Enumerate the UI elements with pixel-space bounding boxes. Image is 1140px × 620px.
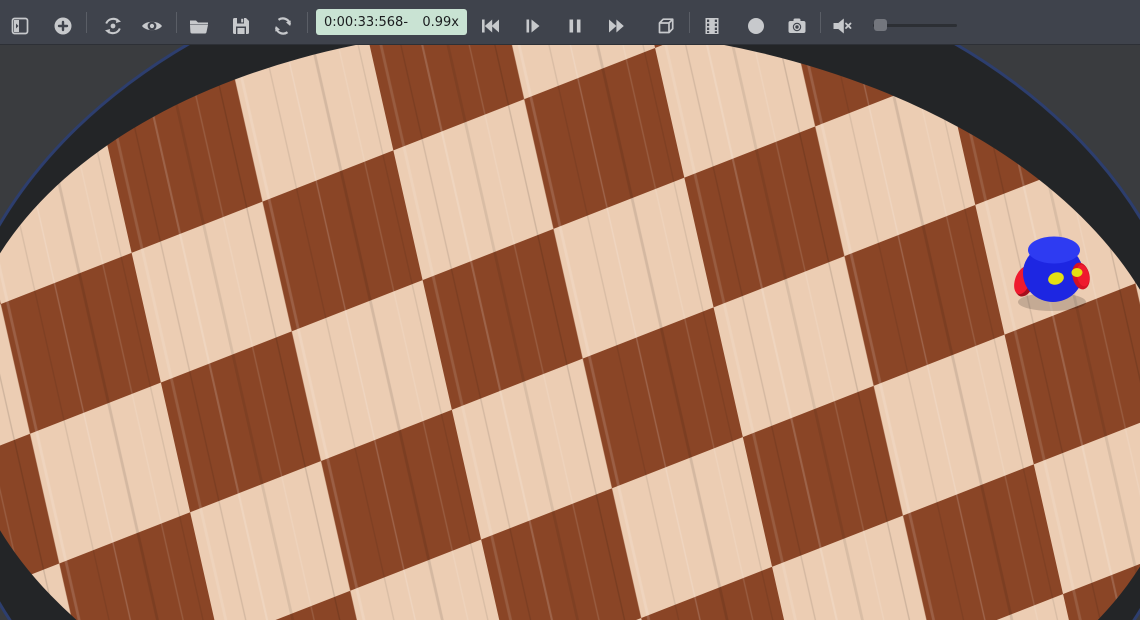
filmstrip-icon: [700, 14, 724, 38]
step-forward-button[interactable]: [518, 11, 548, 41]
pause-icon: [563, 14, 587, 38]
toggle-visibility-button[interactable]: [137, 11, 167, 41]
robot-sensor-right: [1072, 268, 1083, 277]
simulation-time-display: 0:00:33:568 - 0.99x: [316, 9, 467, 35]
simulation-time: 0:00:33:568: [324, 15, 403, 30]
add-node-button[interactable]: [48, 11, 78, 41]
pause-button[interactable]: [560, 11, 590, 41]
speaker-muted-icon: [830, 14, 854, 38]
cube-icon: [654, 14, 678, 38]
screenshot-button[interactable]: [782, 11, 812, 41]
skip-back-button[interactable]: [475, 11, 505, 41]
rendering-toggle-button[interactable]: [651, 11, 681, 41]
robot-top: [1028, 237, 1080, 264]
record-circle-icon: [744, 14, 768, 38]
open-file-button[interactable]: [184, 11, 214, 41]
volume-slider[interactable]: [869, 11, 961, 41]
simulator-window: 0:00:33:568 - 0.99x: [0, 0, 1140, 620]
record-movie-button[interactable]: [697, 11, 727, 41]
record-animation-button[interactable]: [741, 11, 771, 41]
toolbar-separator: [689, 12, 690, 33]
save-file-button[interactable]: [226, 11, 256, 41]
reload-arrow-icon: [271, 14, 295, 38]
toolbar: 0:00:33:568 - 0.99x: [0, 0, 1140, 45]
toolbar-separator: [307, 12, 308, 33]
reset-viewpoint-button[interactable]: [98, 11, 128, 41]
simulation-scene: [0, 44, 1140, 620]
plus-circle-icon: [51, 14, 75, 38]
floppy-icon: [229, 14, 253, 38]
toolbar-separator: [86, 12, 87, 33]
3d-viewport[interactable]: [0, 44, 1140, 620]
toggle-panel-button[interactable]: [5, 11, 35, 41]
fast-forward-icon: [605, 14, 629, 38]
toolbar-separator: [820, 12, 821, 33]
fast-forward-button[interactable]: [602, 11, 632, 41]
camera-icon: [785, 14, 809, 38]
folder-icon: [187, 14, 211, 38]
volume-slider-handle[interactable]: [874, 19, 887, 31]
skip-back-icon: [478, 14, 502, 38]
orbit-arrows-icon: [101, 14, 125, 38]
step-icon: [521, 14, 545, 38]
mute-volume-button[interactable]: [827, 11, 857, 41]
panel-toggle-icon: [8, 14, 32, 38]
toolbar-separator: [176, 12, 177, 33]
eye-icon: [140, 14, 164, 38]
reload-world-button[interactable]: [268, 11, 298, 41]
simulation-speed: 0.99x: [408, 15, 459, 30]
